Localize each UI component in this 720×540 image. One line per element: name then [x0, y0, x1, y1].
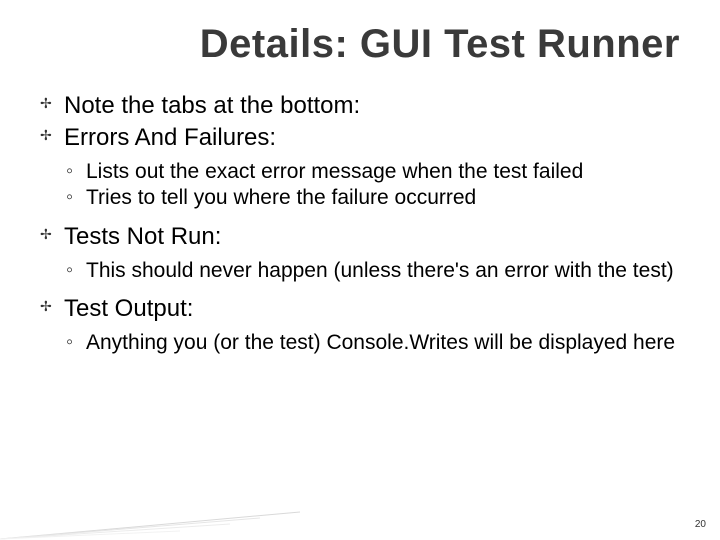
- sub-lists-error-message: Lists out the exact error message when t…: [64, 159, 690, 185]
- bullet-errors-failures: Errors And Failures: Lists out the exact…: [40, 123, 690, 212]
- bullet-errors-failures-label: Errors And Failures:: [64, 124, 276, 151]
- test-output-sublist: Anything you (or the test) Console.Write…: [64, 330, 690, 356]
- slide-title: Details: GUI Test Runner: [30, 22, 690, 67]
- tests-not-run-sublist: This should never happen (unless there's…: [64, 258, 690, 284]
- sub-failure-location: Tries to tell you where the failure occu…: [64, 185, 690, 211]
- page-number: 20: [695, 519, 706, 530]
- bullet-note-tabs: Note the tabs at the bottom:: [40, 91, 690, 121]
- sub-console-writes: Anything you (or the test) Console.Write…: [64, 330, 690, 356]
- decorative-lines: [0, 504, 320, 540]
- errors-failures-sublist: Lists out the exact error message when t…: [64, 159, 690, 212]
- bullet-test-output-label: Test Output:: [64, 295, 193, 322]
- bullet-tests-not-run: Tests Not Run: This should never happen …: [40, 222, 690, 284]
- content-list: Note the tabs at the bottom: Errors And …: [30, 91, 690, 356]
- bullet-test-output: Test Output: Anything you (or the test) …: [40, 294, 690, 356]
- bullet-tests-not-run-label: Tests Not Run:: [64, 223, 221, 250]
- sub-never-happen: This should never happen (unless there's…: [64, 258, 690, 284]
